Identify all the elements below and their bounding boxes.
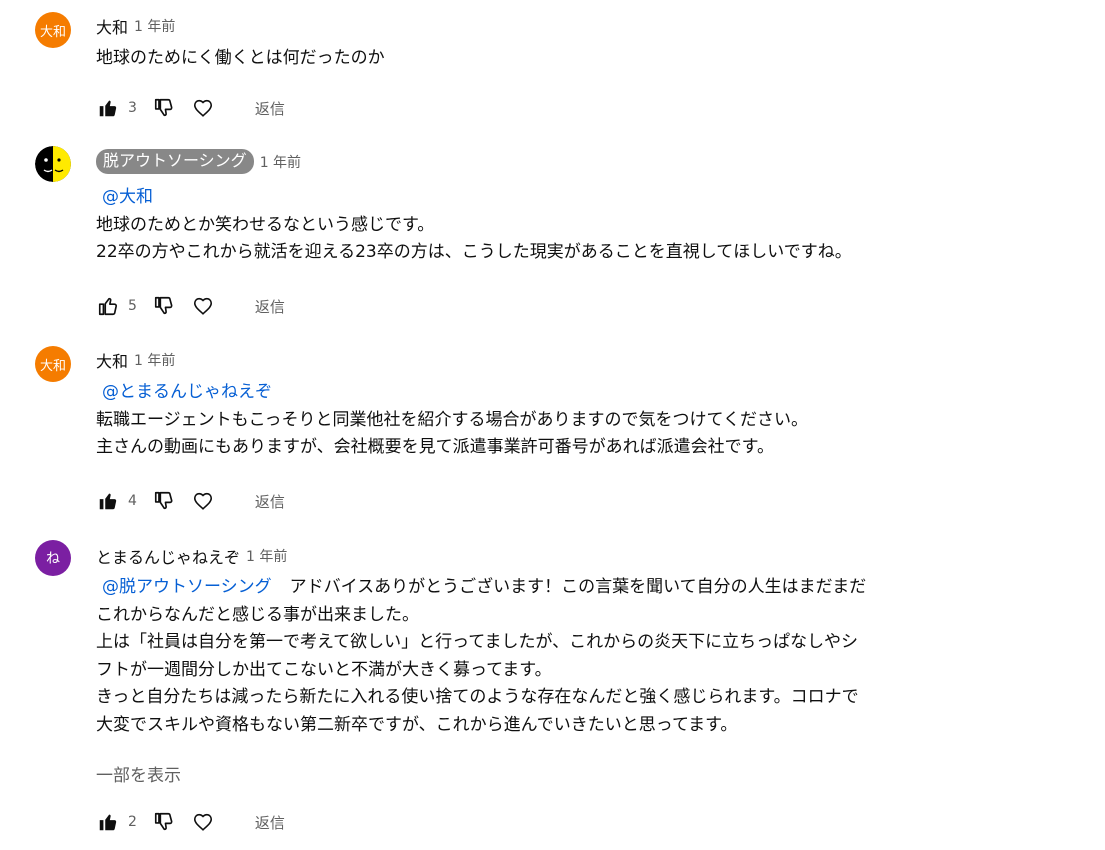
like-button[interactable] [96,96,120,120]
comment-header: 脱アウトソーシング 1 年前 [96,149,301,174]
comment-text: 地球のためにく働くとは何だったのか [96,45,1056,73]
comment-line: @脱アウトソーシング アドバイスありがとうございます！この言葉を聞いて自分の人生は… [96,574,1056,602]
like-count: 3 [128,100,137,116]
mention-link[interactable]: @脱アウトソーシング [102,577,272,597]
dislike-button[interactable] [152,489,176,513]
timestamp[interactable]: 1 年前 [260,152,301,172]
thumb-up-icon [99,493,117,510]
comment-line: 地球のためにく働くとは何だったのか [96,48,385,68]
comment-line: 転職エージェントもこっそりと同業他社を紹介する場合がありますので気をつけてくださ… [96,409,808,430]
heart-icon [193,297,212,315]
action-bar: 5 返信 [96,294,285,318]
heart-button[interactable] [191,810,215,834]
heart-button[interactable] [191,96,215,120]
comment-text: @とまるんじゃねえぞ 転職エージェントもこっそりと同業他社を紹介する場合がありま… [96,379,1056,462]
comment-line: 大変でスキルや資格もない第二新卒ですが、これから進んでいきたいと思ってます。 [96,714,738,735]
comment-line: フトが一週間分しか出てこないと不満が大きく募ってます。 [96,659,552,680]
action-bar: 2 返信 [96,810,285,834]
comment-header: 大和 1 年前 [96,14,175,38]
thumb-up-icon [99,100,117,117]
comment-line: これからなんだと感じる事が出来ました。 [96,604,419,625]
heart-icon [193,813,212,831]
author-name[interactable]: 大和 [96,348,128,372]
show-less-link[interactable]: 一部を表示 [96,761,181,786]
avatar-label: 大和 [39,24,66,40]
comment-line-text: アドバイスありがとうございます！この言葉を聞いて自分の人生はまだまだ [289,577,867,597]
moon-face-avatar-icon [35,146,71,182]
heart-button[interactable] [191,489,215,513]
thumb-down-icon [154,812,173,831]
thumb-down-icon [154,98,173,117]
like-count: 2 [128,814,137,830]
mention-link[interactable]: @大和 [102,187,153,207]
thumb-up-icon [98,297,118,316]
comment-text: @脱アウトソーシング アドバイスありがとうございます！この言葉を聞いて自分の人生は… [96,574,1056,739]
action-bar: 3 返信 [96,96,285,120]
thumb-down-icon [154,491,173,510]
author-name[interactable]: とまるんじゃねえぞ [96,544,240,568]
dislike-button[interactable] [152,96,176,120]
author-name[interactable]: 大和 [96,14,128,38]
avatar[interactable]: ね [35,540,71,576]
like-count: 5 [128,298,137,314]
timestamp[interactable]: 1 年前 [134,16,175,36]
heart-icon [193,99,212,117]
comment-line: @とまるんじゃねえぞ [96,379,1056,407]
like-count: 4 [128,493,137,509]
action-bar: 4 返信 [96,489,285,513]
thumb-down-icon [154,296,173,315]
avatar-label: ね [46,551,60,567]
author-name[interactable]: 脱アウトソーシング [96,149,254,174]
reply-button[interactable]: 返信 [255,296,285,317]
avatar[interactable]: 大和 [35,12,71,48]
comment-text: @大和 地球のためとか笑わせるなという感じです。 22卒の方やこれから就活を迎え… [96,184,1056,267]
avatar[interactable]: 大和 [35,346,71,382]
avatar-label: 大和 [39,358,66,374]
dislike-button[interactable] [152,810,176,834]
comment-line: 地球のためとか笑わせるなという感じです。 [96,214,435,235]
reply-button[interactable]: 返信 [255,98,285,119]
mention-link[interactable]: @とまるんじゃねえぞ [102,382,272,402]
heart-button[interactable] [191,294,215,318]
comment-line: 22卒の方やこれから就活を迎える23卒の方は、こうした現実があることを直視してほ… [96,242,852,262]
timestamp[interactable]: 1 年前 [246,546,287,566]
avatar[interactable] [35,146,71,182]
comment-header: とまるんじゃねえぞ 1 年前 [96,544,287,568]
like-button[interactable] [96,489,120,513]
reply-button[interactable]: 返信 [255,491,285,512]
comment-line: きっと自分たちは減ったら新たに入れる使い捨てのような存在なんだと強く感じられます… [96,687,859,707]
reply-button[interactable]: 返信 [255,812,285,833]
like-button[interactable] [96,294,120,318]
thumb-up-icon [99,814,117,831]
like-button[interactable] [96,810,120,834]
comment-header: 大和 1 年前 [96,348,175,372]
dislike-button[interactable] [152,294,176,318]
comment-line: @大和 [96,184,1056,212]
comment-line: 主さんの動画にもありますが、会社概要を見て派遣事業許可番号があれば派遣会社です。 [96,437,774,457]
comment-line: 上は「社員は自分を第一で考えて欲しい」と行ってましたが、これからの炎天下に立ちっ… [96,632,858,652]
heart-icon [193,492,212,510]
timestamp[interactable]: 1 年前 [134,350,175,370]
